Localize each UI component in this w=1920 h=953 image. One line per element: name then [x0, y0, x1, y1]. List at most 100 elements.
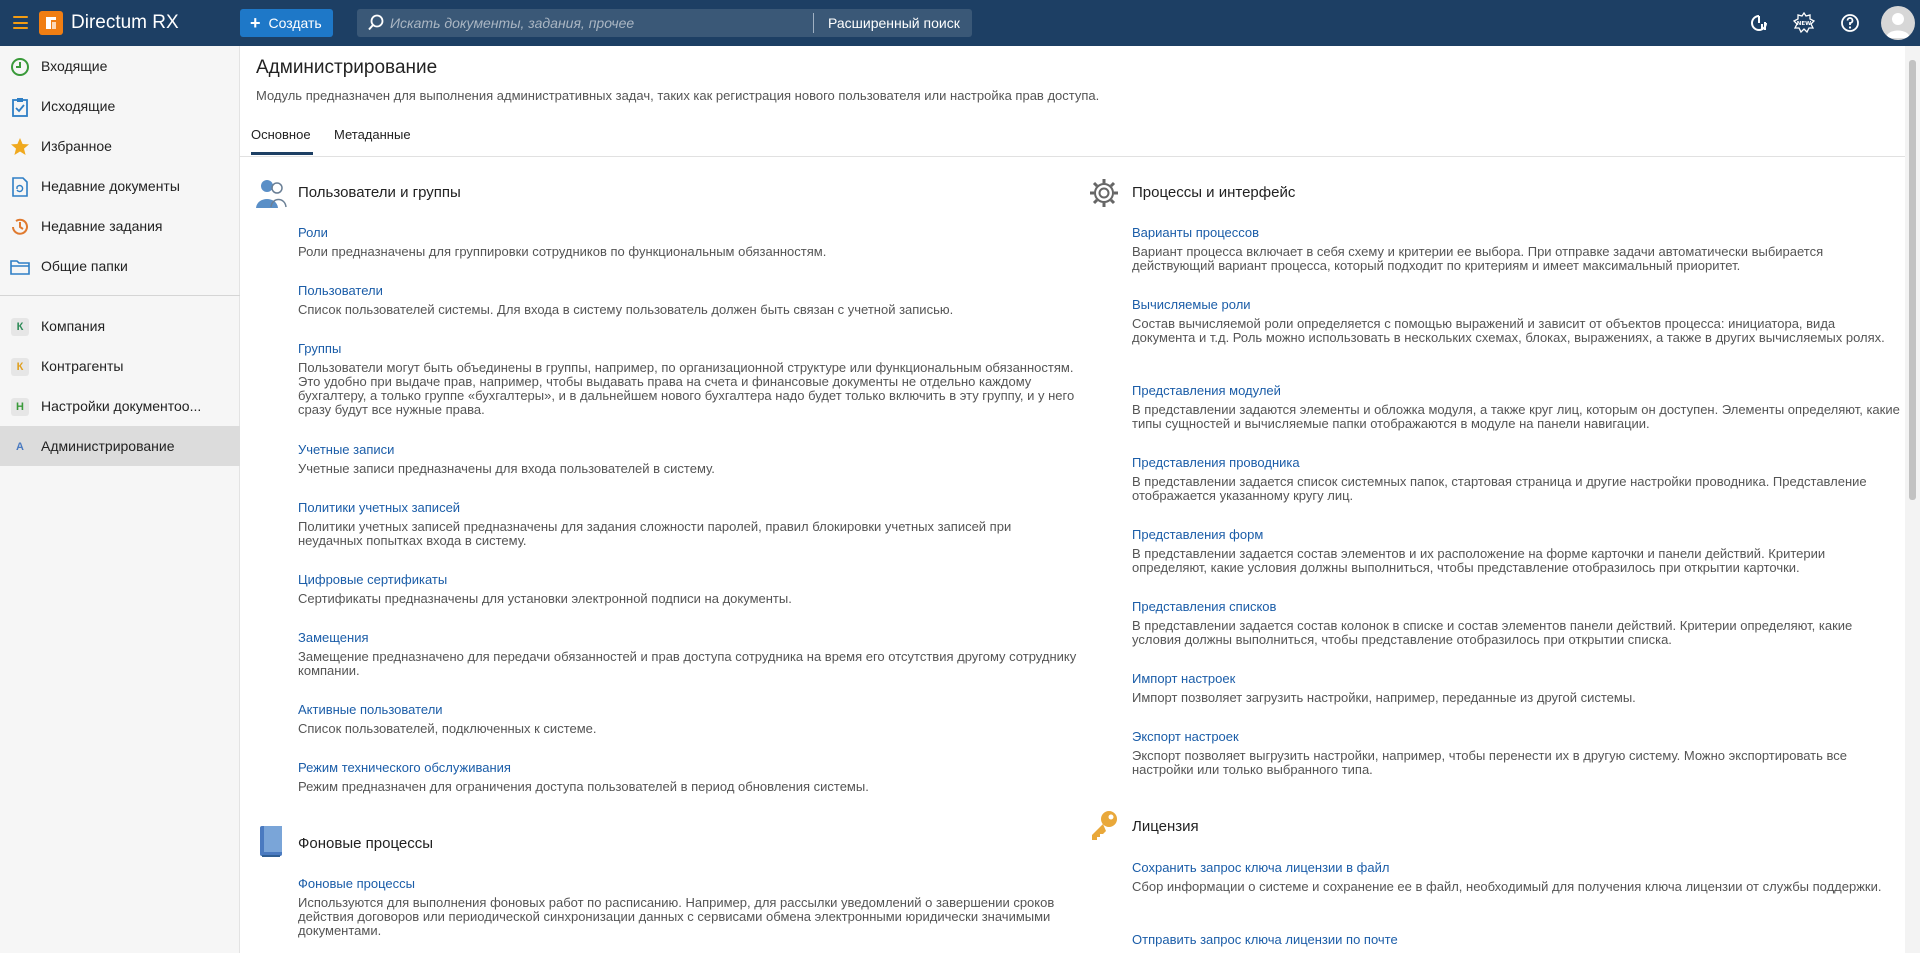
tab-main[interactable]: Основное [251, 127, 311, 142]
settings-link-description: В представлении задается состав колонок … [1132, 618, 1853, 647]
menu-icon[interactable] [13, 16, 28, 29]
create-button[interactable]: + Создать [240, 9, 333, 37]
sidebar-item-label: Общие папки [41, 258, 128, 274]
sidebar-item-recent-documents[interactable]: Недавние документы [0, 166, 240, 206]
top-bar: Directum RX + Создать Расширенный поиск … [0, 0, 1920, 46]
license-key-icon [1092, 811, 1117, 840]
active-tab-indicator [251, 152, 313, 155]
clock-in-icon [10, 57, 30, 77]
directum-logo-icon [39, 11, 63, 35]
sidebar-divider [0, 295, 240, 296]
sidebar-item-label: Контрагенты [41, 358, 124, 374]
search-icon [368, 14, 384, 31]
sidebar: Входящие Исходящие Избранное Недавние до… [0, 46, 240, 953]
settings-link[interactable]: Учетные записи [298, 442, 394, 457]
settings-link[interactable]: Политики учетных записей [298, 500, 460, 515]
document-settings-module-icon: Н [10, 397, 30, 417]
scrollbar-thumb[interactable] [1909, 60, 1916, 500]
sidebar-item-label: Недавние задания [41, 218, 163, 234]
sidebar-item-inbox[interactable]: Входящие [0, 46, 240, 86]
settings-link[interactable]: Представления форм [1132, 527, 1263, 542]
search-bar: Расширенный поиск [357, 9, 972, 37]
settings-link-description: Вариант процесса включает в себя схему и… [1132, 244, 1824, 273]
settings-link-description: Список пользователей, подключенных к сис… [298, 721, 597, 736]
section-title-processes-interface: Процессы и интерфейс [1132, 184, 1296, 201]
settings-link[interactable]: Цифровые сертификаты [298, 572, 447, 587]
create-label: Создать [268, 15, 322, 31]
sidebar-item-label: Администрирование [41, 438, 175, 454]
settings-link[interactable]: Замещения [298, 630, 369, 645]
main-content: Администрирование Модуль предназначен дл… [240, 46, 1920, 953]
settings-link-description: Импорт позволяет загрузить настройки, на… [1132, 690, 1636, 705]
settings-link[interactable]: Режим технического обслуживания [298, 760, 511, 775]
sidebar-item-administration[interactable]: А Администрирование [0, 426, 240, 466]
sidebar-item-favorites[interactable]: Избранное [0, 126, 240, 166]
search-input[interactable] [390, 13, 830, 33]
settings-link-description: Экспорт позволяет выгрузить настройки, н… [1132, 748, 1848, 777]
sidebar-item-outbox[interactable]: Исходящие [0, 86, 240, 126]
network-status-icon[interactable] [1747, 11, 1771, 35]
settings-link[interactable]: Фоновые процессы [298, 876, 415, 891]
settings-link[interactable]: Варианты процессов [1132, 225, 1259, 240]
settings-link[interactable]: Импорт настроек [1132, 671, 1235, 686]
settings-link[interactable]: Отправить запрос ключа лицензии по почте [1132, 932, 1398, 947]
sidebar-item-label: Компания [41, 318, 106, 334]
users-groups-icon [256, 180, 287, 208]
avatar[interactable] [1881, 6, 1915, 40]
settings-link-description: Роли предназначены для группировки сотру… [298, 244, 827, 259]
gear-icon [1090, 179, 1118, 207]
settings-link-description: В представлении задается состав элементо… [1132, 546, 1826, 575]
settings-link-description: Состав вычисляемой роли определяется с п… [1132, 316, 1885, 345]
sidebar-item-document-settings[interactable]: Н Настройки документоо... [0, 386, 240, 426]
section-title-license: Лицензия [1132, 818, 1199, 835]
settings-link[interactable]: Представления списков [1132, 599, 1276, 614]
recent-tasks-icon [10, 217, 30, 237]
sidebar-item-company[interactable]: К Компания [0, 306, 240, 346]
sidebar-item-label: Избранное [41, 138, 112, 154]
settings-link-description: Используются для выполнения фоновых рабо… [298, 895, 1055, 938]
advanced-search-button[interactable]: Расширенный поиск [828, 15, 960, 31]
counterparties-module-icon: К [10, 357, 30, 377]
folder-icon [10, 257, 30, 277]
settings-link-description: Политики учетных записей предназначены д… [298, 519, 1012, 548]
settings-link[interactable]: Представления проводника [1132, 455, 1300, 470]
settings-link-description: В представлении задается список системны… [1132, 474, 1867, 503]
settings-link[interactable]: Группы [298, 341, 341, 356]
settings-link[interactable]: Роли [298, 225, 328, 240]
settings-link[interactable]: Вычисляемые роли [1132, 297, 1251, 312]
clipboard-check-icon [10, 97, 30, 117]
sidebar-item-label: Исходящие [41, 98, 116, 114]
settings-link[interactable]: Сохранить запрос ключа лицензии в файл [1132, 860, 1389, 875]
whats-new-icon[interactable]: NEW [1792, 11, 1816, 35]
settings-link-description: Пользователи могут быть объединены в гру… [298, 360, 1075, 417]
settings-link-description: Режим предназначен для ограничения досту… [298, 779, 869, 794]
sidebar-item-label: Недавние документы [41, 178, 180, 194]
app-title: Directum RX [71, 12, 179, 33]
page-scrollbar[interactable] [1905, 46, 1920, 953]
svg-text:NEW: NEW [1797, 21, 1811, 27]
tab-metadata[interactable]: Метаданные [334, 127, 411, 142]
background-processes-icon [260, 826, 282, 857]
section-title-background-processes: Фоновые процессы [298, 835, 433, 852]
settings-link[interactable]: Представления модулей [1132, 383, 1281, 398]
sidebar-item-label: Настройки документоо... [41, 398, 202, 414]
search-divider [813, 13, 814, 33]
company-module-icon: К [10, 317, 30, 337]
sidebar-item-shared-folders[interactable]: Общие папки [0, 246, 240, 286]
settings-link-description: Учетные записи предназначены для входа п… [298, 461, 715, 476]
page-description: Модуль предназначен для выполнения админ… [256, 88, 1100, 103]
settings-link-description: Замещение предназначено для передачи обя… [298, 649, 1077, 678]
settings-link-description: Сертификаты предназначены для установки … [298, 591, 792, 606]
sidebar-item-label: Входящие [41, 58, 108, 74]
settings-link-description: В представлении задаются элементы и обло… [1132, 402, 1900, 431]
settings-link[interactable]: Экспорт настроек [1132, 729, 1239, 744]
sidebar-item-recent-tasks[interactable]: Недавние задания [0, 206, 240, 246]
settings-link[interactable]: Активные пользователи [298, 702, 443, 717]
sidebar-item-counterparties[interactable]: К Контрагенты [0, 346, 240, 386]
settings-link[interactable]: Пользователи [298, 283, 383, 298]
star-icon [10, 137, 30, 157]
settings-link-description: Сбор информации о системе и сохранение е… [1132, 879, 1882, 894]
plus-icon: + [250, 13, 261, 33]
help-icon[interactable] [1838, 11, 1862, 35]
tabs-divider [240, 156, 1912, 157]
